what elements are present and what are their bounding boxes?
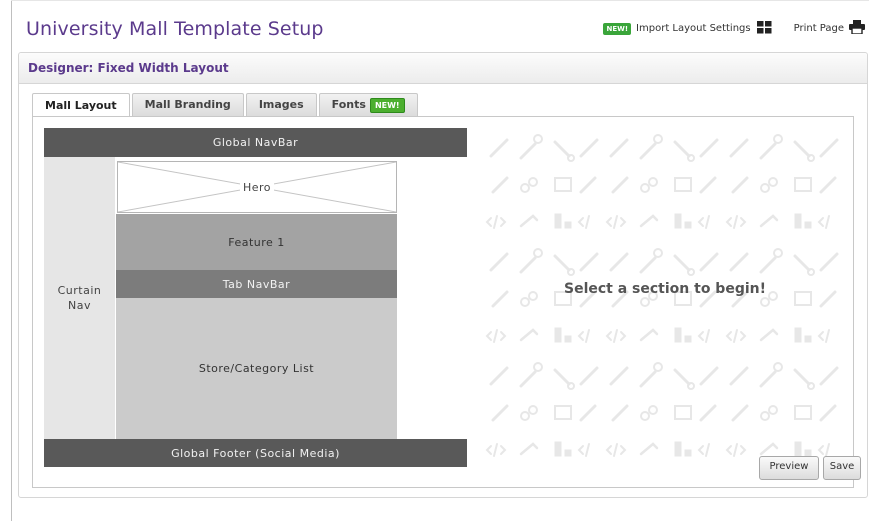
tab-label: Mall Branding — [144, 98, 231, 111]
tab-images[interactable]: Images — [245, 93, 317, 116]
printer-icon — [849, 20, 865, 37]
save-button[interactable]: Save — [823, 456, 861, 480]
layout-diagram: Global NavBar Curtain Nav Hero Feature 1… — [44, 128, 467, 467]
section-label: Global Footer (Social Media) — [171, 446, 340, 460]
top-border — [11, 0, 869, 1]
section-label: Curtain Nav — [57, 284, 102, 312]
top-actions: NEW! Import Layout Settings Print Page — [603, 20, 865, 37]
new-badge: NEW! — [603, 22, 632, 35]
page-title: University Mall Template Setup — [26, 18, 324, 40]
import-layout-label: Import Layout Settings — [636, 23, 751, 34]
global-navbar-section[interactable]: Global NavBar — [44, 128, 467, 157]
tab-fonts[interactable]: Fonts NEW! — [318, 93, 418, 116]
tab-mall-layout[interactable]: Mall Layout — [32, 93, 130, 117]
print-page-label: Print Page — [793, 23, 844, 34]
store-category-list-section[interactable]: Store/Category List — [116, 298, 397, 439]
tab-bar: Mall Layout Mall Branding Images Fonts NE… — [32, 93, 420, 117]
background-pattern — [485, 128, 845, 467]
section-editor-area: Select a section to begin! — [485, 128, 845, 467]
tab-label: Mall Layout — [45, 98, 117, 112]
import-layout-link[interactable]: NEW! Import Layout Settings — [603, 20, 772, 37]
hero-section[interactable]: Hero — [117, 161, 397, 213]
feature-1-section[interactable]: Feature 1 — [116, 214, 397, 270]
left-border — [11, 0, 12, 521]
tab-mall-branding[interactable]: Mall Branding — [131, 93, 244, 116]
section-label: Global NavBar — [212, 136, 299, 149]
global-footer-section[interactable]: Global Footer (Social Media) — [44, 439, 467, 467]
section-label: Tab NavBar — [222, 277, 291, 291]
preview-button[interactable]: Preview — [759, 456, 819, 480]
curtain-nav-section[interactable]: Curtain Nav — [44, 157, 115, 439]
section-label: Hero — [239, 180, 275, 194]
tab-label: Images — [258, 98, 304, 111]
designer-panel: Designer: Fixed Width Layout Mall Layout… — [18, 52, 868, 498]
grid-icon — [756, 20, 772, 37]
tab-content: Global NavBar Curtain Nav Hero Feature 1… — [32, 116, 861, 488]
print-page-link[interactable]: Print Page — [794, 20, 865, 37]
new-badge: NEW! — [369, 97, 405, 113]
designer-title: Designer: Fixed Width Layout — [28, 61, 229, 75]
section-label: Feature 1 — [228, 235, 285, 249]
tab-label: Fonts — [331, 98, 366, 111]
tab-navbar-section[interactable]: Tab NavBar — [116, 270, 397, 298]
select-section-prompt: Select a section to begin! — [563, 281, 766, 297]
section-label: Store/Category List — [198, 362, 315, 375]
